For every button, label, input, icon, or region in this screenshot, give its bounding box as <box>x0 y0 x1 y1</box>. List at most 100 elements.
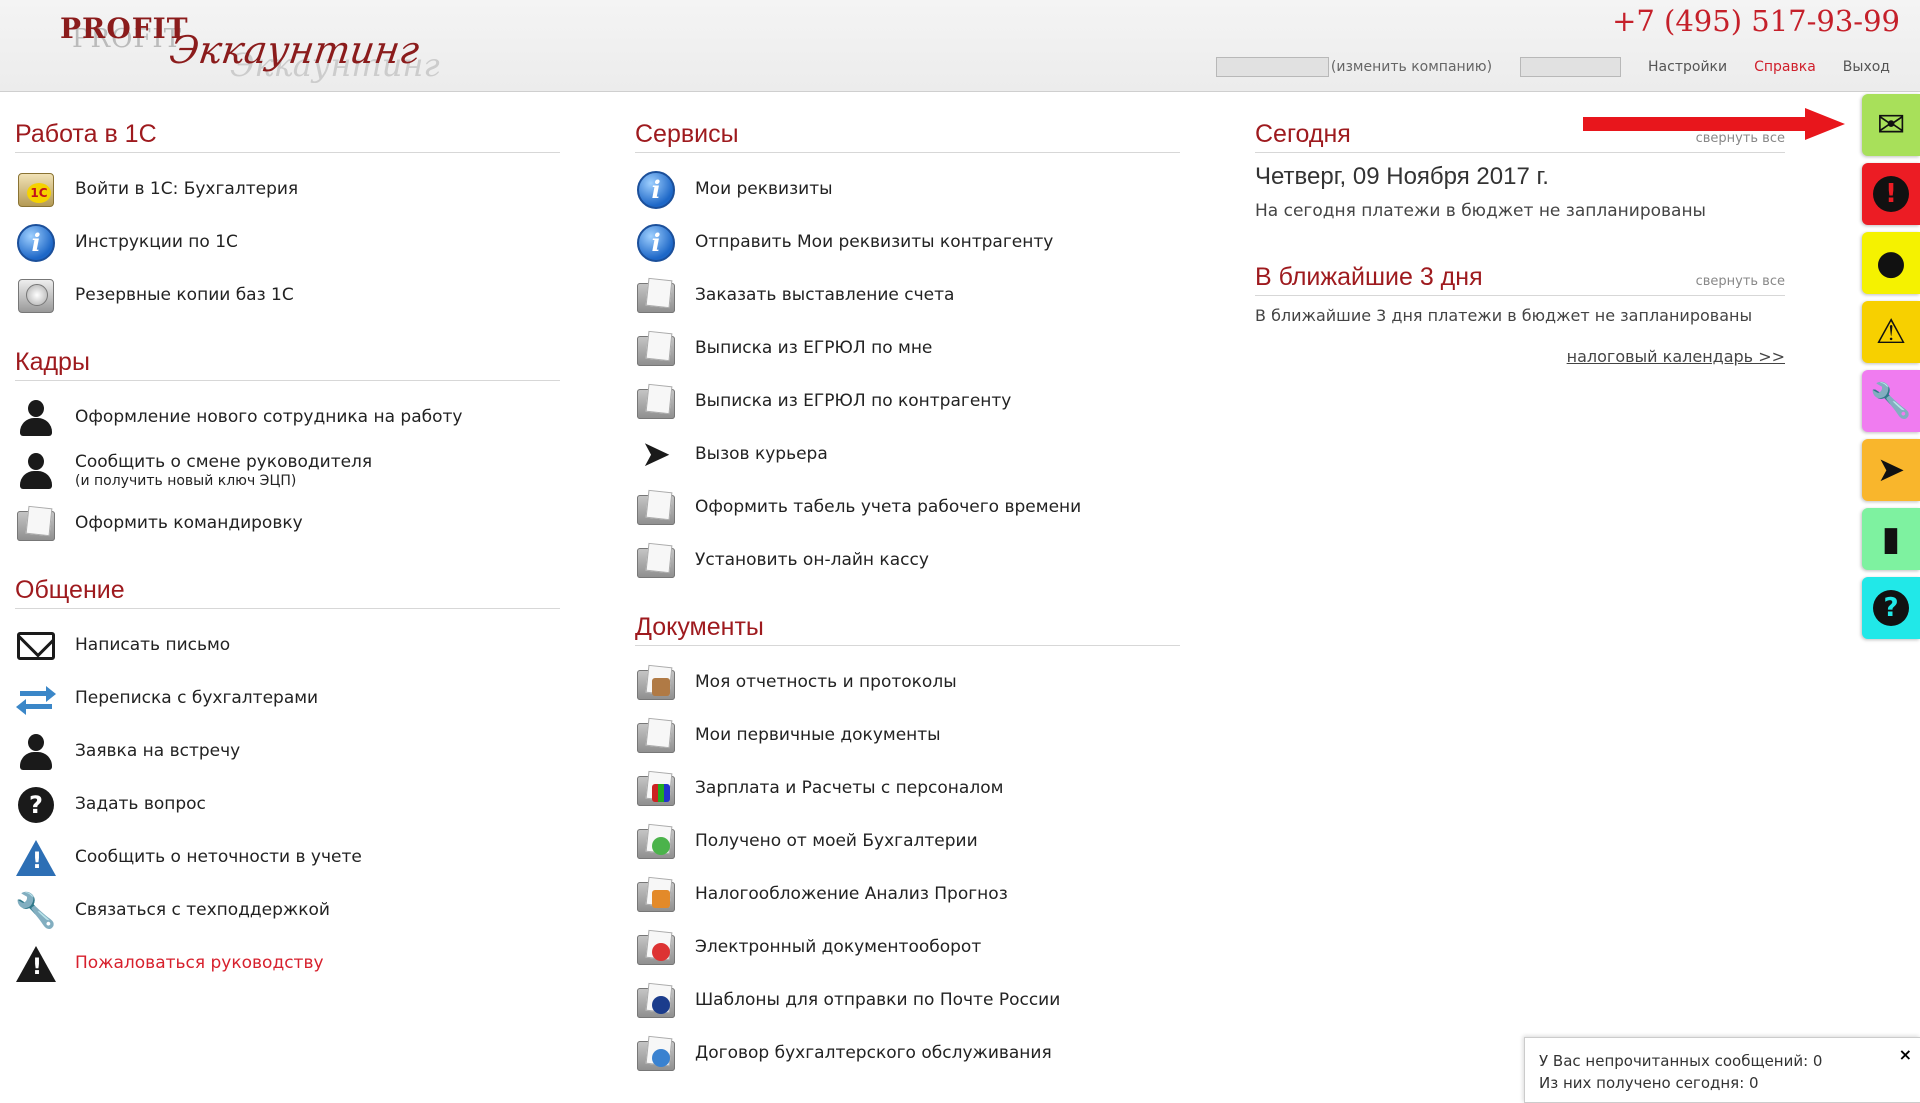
tech-support-link[interactable]: 🔧 Связаться с техподдержкой <box>15 884 560 937</box>
mail-icon <box>15 625 57 667</box>
near-note: В ближайшие 3 дня платежи в бюджет не за… <box>1255 306 1753 325</box>
staff-section: Кадры Оформление нового сотрудника на ра… <box>15 348 560 550</box>
folder-sync-icon <box>635 927 677 969</box>
backups-1c-link[interactable]: Резервные копии баз 1С <box>15 269 560 322</box>
services-section: Сервисы i Мои реквизиты i Отправить Мои … <box>635 120 1180 587</box>
info-icon: i <box>15 222 57 264</box>
person-icon <box>15 397 57 439</box>
item-label: Заявка на встречу <box>75 741 241 761</box>
item-label: Оформление нового сотрудника на работу <box>75 407 463 427</box>
side-tab-bookmark-icon[interactable]: ▮ <box>1862 508 1920 570</box>
side-tab-warning-icon[interactable]: ⚠ <box>1862 301 1920 363</box>
correspondence-link[interactable]: Переписка с бухгалтерами <box>15 672 560 725</box>
side-tab-person-icon[interactable]: ● <box>1862 232 1920 294</box>
instructions-1c-link[interactable]: i Инструкции по 1С <box>15 216 560 269</box>
item-label: Инструкции по 1С <box>75 232 238 252</box>
left-column: Работа в 1С 1С Войти в 1С: Бухгалтерия i… <box>15 120 560 1016</box>
collapse-all-link[interactable]: свернуть все <box>1696 274 1785 289</box>
edo-link[interactable]: Электронный документооборот <box>635 921 1180 974</box>
message-notification: × У Вас непрочитанных сообщений: 0 Из ни… <box>1524 1037 1920 1103</box>
write-letter-link[interactable]: Написать письмо <box>15 619 560 672</box>
help-link[interactable]: Справка <box>1754 59 1816 75</box>
egrul-me-link[interactable]: Выписка из ЕГРЮЛ по мне <box>635 322 1180 375</box>
side-tab-question-icon[interactable]: ? <box>1862 577 1920 639</box>
complain-link[interactable]: ! Пожаловаться руководству <box>15 937 560 990</box>
business-trip-link[interactable]: Оформить командировку <box>15 497 560 550</box>
folder-download-icon <box>635 821 677 863</box>
item-label: Заказать выставление счета <box>695 285 955 305</box>
item-sub-text: (и получить новый ключ ЭЦП) <box>75 473 297 489</box>
hdd-icon <box>15 275 57 317</box>
reports-link[interactable]: Моя отчетность и протоколы <box>635 656 1180 709</box>
order-invoice-link[interactable]: Заказать выставление счета <box>635 269 1180 322</box>
my-requisites-link[interactable]: i Мои реквизиты <box>635 163 1180 216</box>
received-link[interactable]: Получено от моей Бухгалтерии <box>635 815 1180 868</box>
report-inaccuracy-link[interactable]: ! Сообщить о неточности в учете <box>15 831 560 884</box>
item-label: Мои реквизиты <box>695 179 833 199</box>
login-1c-link[interactable]: 1С Войти в 1С: Бухгалтерия <box>15 163 560 216</box>
logo[interactable]: PROFIT PROFIT Эккаунтинг Эккаунтинг <box>60 12 440 84</box>
alert-icon: ! <box>1873 176 1909 212</box>
close-icon[interactable]: × <box>1899 1044 1912 1066</box>
side-tab-paper-plane-icon[interactable]: ➤ <box>1862 439 1920 501</box>
item-label: Электронный документооборот <box>695 937 982 957</box>
change-company-link[interactable]: (изменить компанию) <box>1331 59 1492 75</box>
item-label: Шаблоны для отправки по Почте России <box>695 990 1061 1010</box>
hire-employee-link[interactable]: Оформление нового сотрудника на работу <box>15 391 560 444</box>
folder-icon <box>635 381 677 423</box>
1c-icon: 1С <box>15 169 57 211</box>
mail-icon: ✉ <box>1876 105 1906 145</box>
folder-globe-icon <box>635 1033 677 1075</box>
meeting-request-link[interactable]: Заявка на встречу <box>15 725 560 778</box>
folder-box-icon <box>635 662 677 704</box>
question-icon: ? <box>1873 590 1909 626</box>
settings-link[interactable]: Настройки <box>1648 59 1727 75</box>
middle-column: Сервисы i Мои реквизиты i Отправить Мои … <box>635 120 1180 1103</box>
contract-link[interactable]: Договор бухгалтерского обслуживания <box>635 1027 1180 1080</box>
page: PROFIT PROFIT Эккаунтинг Эккаунтинг +7 (… <box>0 0 1920 1103</box>
section-title: Сервисы <box>635 120 1180 153</box>
item-label: Моя отчетность и протоколы <box>695 672 957 692</box>
send-requisites-link[interactable]: i Отправить Мои реквизиты контрагенту <box>635 216 1180 269</box>
folder-icon <box>15 503 57 545</box>
change-director-link[interactable]: Сообщить о смене руководителя (и получит… <box>15 444 560 497</box>
item-label: Резервные копии баз 1С <box>75 285 294 305</box>
item-main-text: Сообщить о смене руководителя <box>75 452 373 472</box>
online-kassa-link[interactable]: Установить он-лайн кассу <box>635 534 1180 587</box>
ask-question-link[interactable]: ? Задать вопрос <box>15 778 560 831</box>
salary-link[interactable]: Зарплата и Расчеты с персоналом <box>635 762 1180 815</box>
folder-chart-icon <box>635 874 677 916</box>
side-tab-wrench-icon[interactable]: 🔧 <box>1862 370 1920 432</box>
courier-link[interactable]: ➤ Вызов курьера <box>635 428 1180 481</box>
item-label: Отправить Мои реквизиты контрагенту <box>695 232 1054 252</box>
item-label: Написать письмо <box>75 635 231 655</box>
question-icon: ? <box>15 784 57 826</box>
timesheet-link[interactable]: Оформить табель учета рабочего времени <box>635 481 1180 534</box>
item-label: Оформить командировку <box>75 513 303 533</box>
folder-post-icon <box>635 980 677 1022</box>
item-label: Мои первичные документы <box>695 725 941 745</box>
documents-section: Документы Моя отчетность и протоколы Мои… <box>635 613 1180 1080</box>
post-templates-link[interactable]: Шаблоны для отправки по Почте России <box>635 974 1180 1027</box>
phone-number: +7 (495) 517-93-99 <box>1612 4 1900 38</box>
item-label: Связаться с техподдержкой <box>75 900 330 920</box>
primary-docs-link[interactable]: Мои первичные документы <box>635 709 1180 762</box>
user-name-box <box>1520 57 1622 77</box>
folder-icon <box>635 540 677 582</box>
side-tab-mail-icon[interactable]: ✉ <box>1862 94 1920 156</box>
section-title: Работа в 1С <box>15 120 560 153</box>
wrench-icon: 🔧 <box>1869 381 1913 421</box>
tax-calendar-link[interactable]: налоговый календарь >> <box>1255 347 1785 366</box>
egrul-counterparty-link[interactable]: Выписка из ЕГРЮЛ по контрагенту <box>635 375 1180 428</box>
taxation-link[interactable]: Налогообложение Анализ Прогноз <box>635 868 1180 921</box>
today-count: Из них получено сегодня: 0 <box>1539 1074 1759 1092</box>
item-label: Налогообложение Анализ Прогноз <box>695 884 1008 904</box>
side-tab-alert-icon[interactable]: ! <box>1862 163 1920 225</box>
warning-icon: ! <box>15 837 57 879</box>
item-label: Получено от моей Бухгалтерии <box>695 831 978 851</box>
communication-section: Общение Написать письмо Переписка с бухг… <box>15 576 560 990</box>
logout-link[interactable]: Выход <box>1843 59 1890 75</box>
folder-icon <box>635 328 677 370</box>
today-title-text: Сегодня <box>1255 120 1351 148</box>
logo-cyrillic-text: Эккаунтинг <box>166 28 423 72</box>
